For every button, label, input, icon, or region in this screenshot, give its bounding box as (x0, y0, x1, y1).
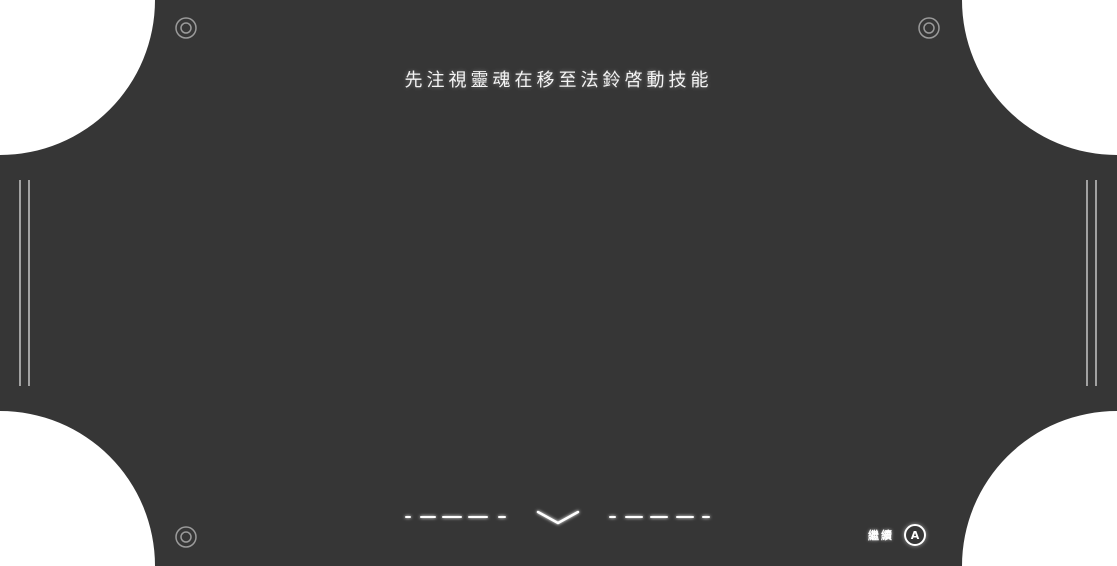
continue-button[interactable]: 繼續 A (868, 523, 926, 547)
a-button-icon: A (904, 524, 926, 546)
tutorial-message: 先注視靈魂在移至法鈴啓動技能 (404, 70, 713, 91)
tutorial-screen: 先注視靈魂在移至法鈴啓動技能 繼續 A (0, 0, 1117, 566)
continue-label: 繼續 (868, 529, 894, 542)
